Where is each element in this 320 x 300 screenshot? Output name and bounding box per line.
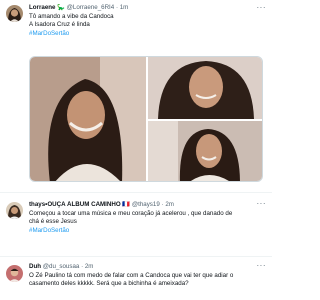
avatar[interactable]	[6, 265, 23, 282]
avatar[interactable]	[6, 5, 23, 22]
handle[interactable]: @du_sousaa	[43, 263, 80, 270]
avatar[interactable]	[6, 202, 23, 219]
tweet-text-line: Começou a tocar uma música e meu coração…	[29, 210, 233, 217]
more-options-icon[interactable]: ···	[257, 3, 267, 12]
tweet-text-line: Tô amando a vibe da Candoca	[29, 13, 114, 20]
separator: ·	[115, 4, 118, 11]
separator: ·	[81, 263, 84, 270]
photo[interactable]	[148, 57, 262, 119]
handle[interactable]: @Lorraene_6RI4	[67, 4, 115, 11]
separator: ·	[161, 201, 164, 208]
more-options-icon[interactable]: ···	[257, 261, 267, 270]
tweet-text-line: casamento deles kkkkk. Será que a bichin…	[29, 280, 189, 288]
divider	[0, 256, 272, 257]
timestamp[interactable]: 1m	[120, 4, 129, 11]
media-grid	[29, 56, 263, 182]
display-name[interactable]: Duh	[29, 263, 41, 270]
tweet-text-line: chá é esse Jesus	[29, 218, 77, 226]
tweet-text-line: O Zé Paulino tá com medo de falar com a …	[29, 272, 234, 279]
timestamp[interactable]: 2m	[165, 201, 174, 208]
hashtag-link[interactable]: #MarDoSertão	[29, 227, 263, 235]
more-options-icon[interactable]: ···	[257, 199, 267, 208]
photo[interactable]	[30, 57, 146, 181]
tweet-text: Começou a tocar uma música e meu coração…	[29, 210, 263, 235]
timestamp[interactable]: 2m	[85, 263, 94, 270]
tweet-text: Tô amando a vibe da Candoca A Isadora Cr…	[29, 13, 263, 38]
tweet[interactable]: thays•OUÇA ÁLBUM CAMINHO 🇫🇷 @thays19 · 2…	[0, 196, 272, 252]
hashtag-link[interactable]: #MarDoSertão	[29, 30, 263, 38]
display-name[interactable]: Lorraene 🦕	[29, 4, 65, 11]
handle[interactable]: @thays19	[132, 201, 160, 208]
tweet[interactable]: Duh @du_sousaa · 2m ··· O Zé Paulino tá …	[0, 258, 272, 300]
tweet-text-line: A Isadora Cruz é linda	[29, 21, 90, 29]
tweet-header: thays•OUÇA ÁLBUM CAMINHO 🇫🇷 @thays19 · 2…	[29, 201, 267, 209]
tweet-header: Lorraene 🦕 @Lorraene_6RI4 · 1m	[29, 4, 267, 12]
display-name[interactable]: thays•OUÇA ÁLBUM CAMINHO 🇫🇷	[29, 201, 130, 208]
photo[interactable]	[148, 121, 262, 181]
tweet-text: O Zé Paulino tá com medo de falar com a …	[29, 272, 263, 289]
divider	[0, 192, 272, 193]
tweet[interactable]: Lorraene 🦕 @Lorraene_6RI4 · 1m ··· Tô am…	[0, 0, 272, 186]
tweet-header: Duh @du_sousaa · 2m	[29, 263, 267, 271]
